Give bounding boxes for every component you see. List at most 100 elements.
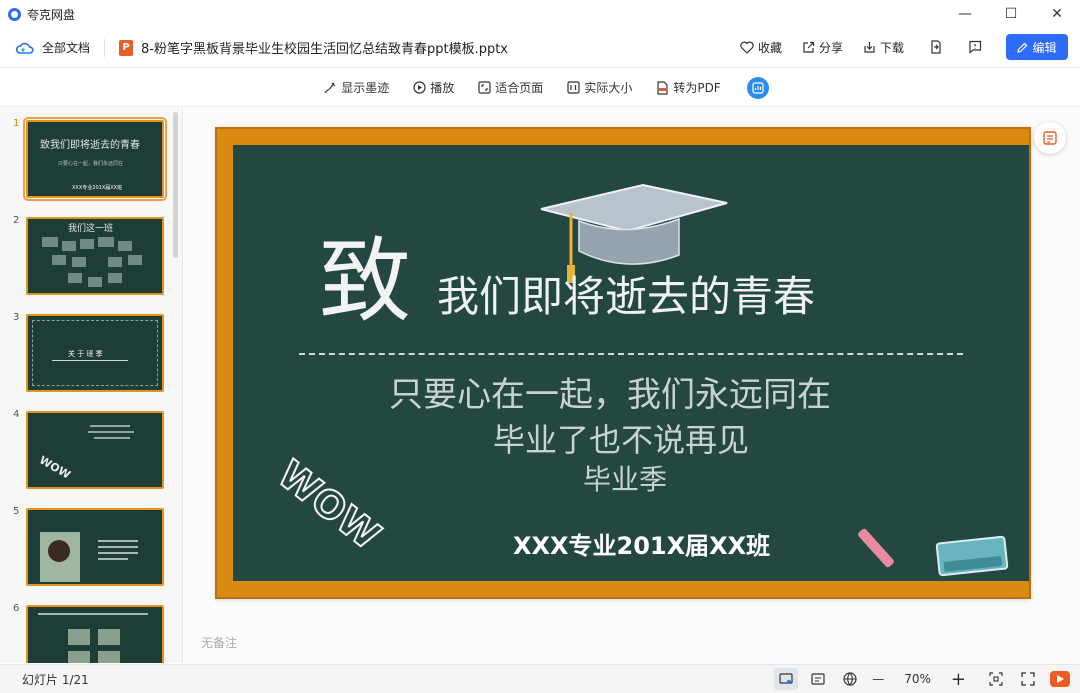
- dashed-divider: [299, 353, 963, 355]
- thumbnail-title: 关 于 班 季: [68, 350, 103, 358]
- close-button[interactable]: ✕: [1034, 0, 1080, 28]
- thumbnail-item[interactable]: 1 致我们即将逝去的青春 只要心在一起，我们永远同在 XXX专业201X届XX班: [0, 117, 175, 201]
- share-icon: [803, 41, 815, 53]
- thumbnail-item[interactable]: 4 WOW: [0, 409, 175, 489]
- play-label: 播放: [430, 81, 455, 95]
- slide-thumbnail-panel: 1 致我们即将逝去的青春 只要心在一起，我们永远同在 XXX专业201X届XX班…: [0, 108, 183, 663]
- file-import-icon: [930, 40, 941, 54]
- thumbnail-item[interactable]: 3 关 于 班 季: [0, 312, 175, 392]
- thumbnail-item[interactable]: 6: [0, 603, 175, 663]
- viewer-toolbar: 显示墨迹 播放 适合页面 实际大小 转为PDF: [0, 69, 1080, 107]
- fullscreen-button[interactable]: [1016, 668, 1040, 690]
- to-pdf-button[interactable]: 转为PDF: [656, 79, 721, 96]
- thumbnail-number: 6: [13, 603, 20, 614]
- heart-icon: [740, 41, 754, 54]
- zoom-in-button[interactable]: +: [951, 669, 966, 690]
- wow-doodle: WOW: [269, 451, 390, 559]
- thumbnail-subtitle: 只要心在一起，我们永远同在: [58, 161, 124, 167]
- play-icon: [1057, 675, 1064, 683]
- thumbnail-item[interactable]: 2 我们这一班: [0, 215, 175, 295]
- slideshow-button[interactable]: [1050, 671, 1070, 687]
- quark-logo-icon: [8, 7, 21, 21]
- ai-chart-icon: [752, 81, 764, 94]
- eraser-image: [935, 535, 1009, 577]
- edit-button[interactable]: 编辑: [1006, 34, 1068, 60]
- thumbnail-number: 2: [13, 215, 20, 226]
- minimize-button[interactable]: —: [942, 0, 988, 28]
- download-icon: [864, 41, 875, 53]
- slide-subtitle-1: 只要心在一起，我们永远同在: [389, 375, 831, 415]
- maximize-button[interactable]: ☐: [988, 0, 1034, 28]
- slide-thumbnail[interactable]: [26, 508, 164, 586]
- pdf-icon: [657, 80, 668, 95]
- slide-thumbnail[interactable]: 致我们即将逝去的青春 只要心在一起，我们永远同在 XXX专业201X届XX班: [23, 117, 167, 201]
- divider: [104, 38, 106, 57]
- to-pdf-label: 转为PDF: [673, 81, 721, 95]
- slide-counter: 幻灯片 1/21: [22, 672, 89, 687]
- collect-label: 收藏: [757, 40, 782, 55]
- show-ink-label: 显示墨迹: [341, 81, 390, 95]
- all-docs-button[interactable]: 全部文档: [16, 39, 90, 56]
- status-bar: 幻灯片 1/21 — 70% +: [0, 664, 1080, 693]
- slide-title: 我们即将逝去的青春: [437, 272, 816, 321]
- save-to-drive-button[interactable]: [926, 38, 944, 56]
- feedback-icon: [969, 40, 982, 54]
- thumbnail-number: 5: [13, 506, 20, 517]
- slide-thumbnail[interactable]: [26, 605, 164, 663]
- edit-label: 编辑: [1032, 40, 1057, 55]
- share-button[interactable]: 分享: [802, 39, 843, 56]
- thumbnail-item[interactable]: 5: [0, 506, 175, 586]
- share-label: 分享: [818, 40, 843, 55]
- ink-pen-icon: [324, 82, 336, 93]
- current-slide[interactable]: 致 我们即将逝去的青春 只要心在一起，我们永远同在 毕业了也不说再见 毕业季 W…: [215, 127, 1031, 599]
- collect-button[interactable]: 收藏: [740, 39, 782, 56]
- show-ink-button[interactable]: 显示墨迹: [323, 79, 389, 96]
- thumbnail-class-line: XXX专业201X届XX班: [72, 185, 123, 191]
- actual-size-button[interactable]: 实际大小: [567, 79, 632, 96]
- file-name: 8-粉笔字黑板背景毕业生校园生活回忆总结致青春ppt模板.pptx: [141, 42, 509, 57]
- actual-size-icon: [567, 81, 580, 94]
- thumbnail-number: 1: [13, 118, 20, 129]
- slide-subtitle-2: 毕业了也不说再见: [493, 421, 750, 459]
- feedback-button[interactable]: [966, 38, 984, 56]
- notes-view-button[interactable]: [806, 668, 830, 690]
- document-toolbar: 全部文档 P 8-粉笔字黑板背景毕业生校园生活回忆总结致青春ppt模板.pptx…: [0, 28, 1080, 68]
- slide-subtitle-3: 毕业季: [583, 463, 668, 496]
- all-docs-label: 全部文档: [42, 41, 91, 55]
- chalkboard: 致 我们即将逝去的青春 只要心在一起，我们永远同在 毕业了也不说再见 毕业季 W…: [233, 145, 1029, 581]
- notes-icon: [811, 673, 825, 685]
- thumbnail-number: 4: [13, 409, 20, 420]
- pen-icon: [1017, 42, 1028, 53]
- slide-panel-toggle-button[interactable]: [1034, 122, 1066, 154]
- slide-thumbnail[interactable]: 关 于 班 季: [26, 314, 164, 392]
- thumbnail-title: 致我们即将逝去的青春: [40, 140, 140, 151]
- download-button[interactable]: 下载: [863, 39, 904, 56]
- fit-window-button[interactable]: [984, 668, 1008, 690]
- chalk-stick-image: [856, 527, 896, 569]
- ai-assistant-button[interactable]: [746, 76, 769, 99]
- cloud-icon: [16, 42, 34, 54]
- fullscreen-icon: [1021, 672, 1035, 686]
- slide-class-line: XXX专业201X届XX班: [513, 532, 771, 560]
- window-controls: — ☐ ✕: [942, 0, 1080, 28]
- toolbar-actions: 收藏 分享 下载 编辑: [720, 34, 1068, 60]
- fit-page-button[interactable]: 适合页面: [478, 79, 543, 96]
- slide-big-char: 致: [319, 228, 411, 335]
- status-controls: — 70% +: [766, 668, 1070, 690]
- fit-page-icon: [478, 81, 491, 94]
- actual-size-label: 实际大小: [584, 81, 633, 95]
- download-label: 下载: [879, 40, 904, 55]
- globe-icon: [843, 672, 857, 686]
- thumbnail-wow: WOW: [37, 453, 73, 482]
- normal-view-button[interactable]: [774, 668, 799, 690]
- normal-view-icon: [779, 672, 793, 684]
- slide-thumbnail[interactable]: WOW: [26, 411, 164, 489]
- photo-collage-image: [42, 237, 142, 287]
- notes-placeholder[interactable]: 无备注: [201, 634, 237, 651]
- app-name: 夸克网盘: [27, 7, 76, 22]
- panel-icon: [1043, 131, 1057, 145]
- slide-thumbnail[interactable]: 我们这一班: [26, 217, 164, 295]
- play-button[interactable]: 播放: [413, 79, 454, 96]
- web-view-button[interactable]: [838, 668, 862, 690]
- zoom-out-button[interactable]: —: [872, 672, 884, 686]
